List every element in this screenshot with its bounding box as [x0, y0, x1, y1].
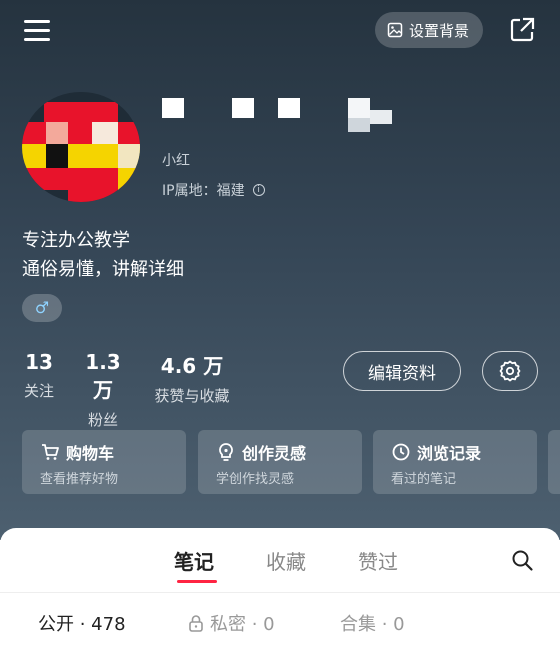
tab-collections[interactable]: 收藏 [266, 546, 306, 575]
avatar[interactable] [22, 92, 140, 202]
card-subtitle: 看过的笔记 [391, 472, 457, 487]
user-id: 小红 [162, 153, 190, 169]
info-icon[interactable]: i [252, 184, 265, 196]
settings-button[interactable] [482, 351, 538, 391]
search-icon[interactable] [510, 548, 534, 572]
bio-line: 专注办公教学 [22, 230, 130, 251]
filter-label: 公开 · 478 [38, 614, 126, 635]
stat-label: 粉丝 [87, 411, 118, 429]
ip-location-text: IP属地：福建 [162, 183, 245, 199]
card-subtitle: 学创作找灵感 [216, 472, 295, 487]
clock-icon [392, 443, 410, 461]
stat-label: 关注 [23, 382, 54, 400]
gender-badge: ♂ [22, 294, 62, 322]
menu-icon[interactable] [24, 18, 52, 42]
lock-icon [189, 615, 203, 632]
stat-likes[interactable]: 4.6 万 获赞与收藏 [148, 350, 236, 406]
nickname-pixelated [162, 96, 422, 136]
bulb-icon [219, 443, 233, 461]
gear-icon [499, 360, 521, 382]
tab-notes[interactable]: 笔记 [174, 546, 214, 575]
filter-albums[interactable]: 合集 · 0 [340, 610, 405, 636]
card-overflow[interactable] [548, 430, 560, 494]
card-title: 创作灵感 [242, 444, 307, 463]
filter-label: 私密 · 0 [210, 614, 275, 635]
share-icon[interactable] [508, 16, 536, 44]
card-history[interactable]: 浏览记录 看过的笔记 [373, 430, 537, 494]
card-title: 浏览记录 [417, 444, 482, 463]
top-bar: 设置背景 [0, 12, 560, 52]
stat-following[interactable]: 13 关注 [22, 350, 56, 401]
stat-value: 13 [25, 350, 53, 374]
notes-panel: 笔记 收藏 赞过 公开 · 478 私密 · 0 合集 · 0 [0, 528, 560, 648]
bio-line: 通俗易懂，讲解详细 [22, 259, 184, 280]
tab-liked[interactable]: 赞过 [358, 546, 398, 575]
stat-value: 1.3 万 [85, 350, 121, 402]
card-inspiration[interactable]: 创作灵感 学创作找灵感 [198, 430, 362, 494]
filter-private[interactable]: 私密 · 0 [188, 610, 275, 636]
stat-followers[interactable]: 1.3 万 粉丝 [74, 350, 132, 430]
stat-label: 获赞与收藏 [154, 387, 230, 405]
filter-public[interactable]: 公开 · 478 [38, 610, 126, 636]
ip-location: IP属地：福建 i [162, 180, 265, 200]
stat-value: 4.6 万 [160, 354, 224, 378]
card-title: 购物车 [66, 444, 115, 463]
active-tab-indicator [177, 580, 217, 583]
filter-label: 合集 · 0 [340, 614, 405, 635]
edit-profile-button[interactable]: 编辑资料 [343, 351, 461, 391]
divider [0, 592, 560, 593]
set-background-label: 设置背景 [409, 21, 470, 40]
card-subtitle: 查看推荐好物 [40, 472, 119, 487]
bio: 专注办公教学 通俗易懂，讲解详细 [22, 226, 184, 284]
set-background-button[interactable]: 设置背景 [375, 12, 483, 48]
image-icon [387, 22, 403, 38]
profile-header: 设置背景 小红 IP属地：福建 i 专注办公教学 通俗易懂，讲解详细 ♂ 13 … [0, 0, 560, 540]
card-shopping-cart[interactable]: 购物车 查看推荐好物 [22, 430, 186, 494]
cart-icon [42, 444, 59, 460]
